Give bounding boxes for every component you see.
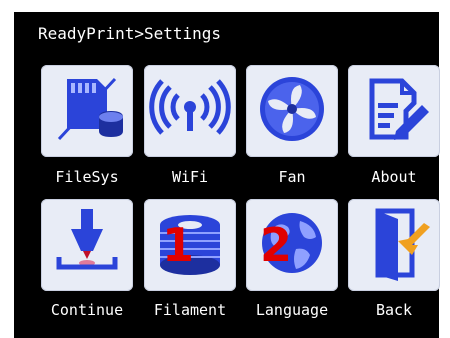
continue-label: Continue xyxy=(50,301,124,319)
fan-icon xyxy=(260,77,324,141)
exit-door-icon xyxy=(375,208,430,281)
print-nozzle-icon xyxy=(56,209,118,270)
wifi-label: WiFi xyxy=(171,168,209,186)
printer-screen: ReadyPrint>Settings FileSys WiFi Fan Abo… xyxy=(14,12,440,338)
about-button[interactable] xyxy=(348,65,440,157)
annotation-1: 1 xyxy=(162,218,195,272)
filesys-label: FileSys xyxy=(55,168,119,186)
wifi-icon xyxy=(149,79,231,135)
wifi-button[interactable] xyxy=(144,65,236,157)
sd-card-icon xyxy=(57,77,123,141)
language-label: Language xyxy=(255,301,329,319)
breadcrumb-title: ReadyPrint>Settings xyxy=(38,24,222,43)
back-button[interactable] xyxy=(348,199,440,291)
annotation-2: 2 xyxy=(260,218,293,272)
fan-button[interactable] xyxy=(246,65,338,157)
filesys-button[interactable] xyxy=(41,65,133,157)
document-edit-icon xyxy=(369,78,429,140)
fan-label: Fan xyxy=(278,168,306,186)
about-label: About xyxy=(371,168,417,186)
continue-button[interactable] xyxy=(41,199,133,291)
back-label: Back xyxy=(375,301,413,319)
filament-label: Filament xyxy=(153,301,227,319)
